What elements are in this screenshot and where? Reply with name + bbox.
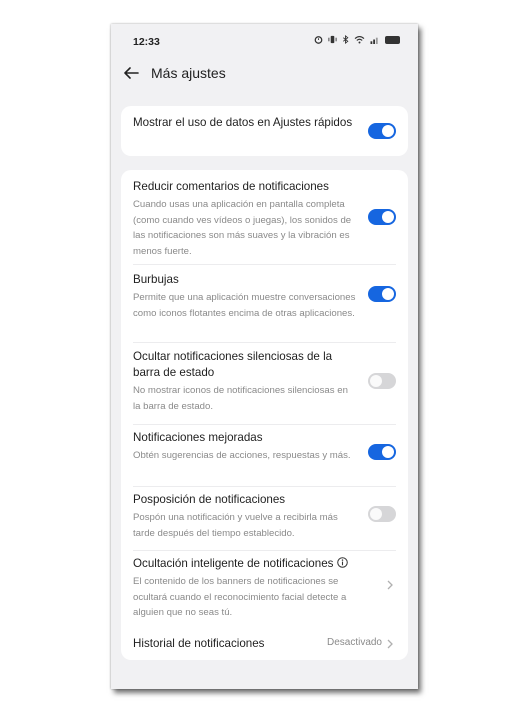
alarm-icon (314, 36, 323, 44)
setting-bubbles[interactable]: Burbujas Permite que una aplicación mues… (133, 272, 396, 336)
page-title: Más ajustes (151, 65, 226, 81)
toggle-knob (370, 375, 382, 387)
enhanced-toggle[interactable] (368, 444, 396, 460)
status-time: 12:33 (133, 36, 160, 48)
hide-silent-toggle[interactable] (368, 373, 396, 389)
info-icon[interactable] (337, 557, 349, 568)
toggle-knob (382, 446, 394, 458)
reduce-comments-toggle[interactable] (368, 209, 396, 225)
setting-smart-hide-desc: El contenido de los banners de notificac… (133, 576, 347, 618)
setting-hide-silent[interactable]: Ocultar notificaciones silenciosas de la… (133, 349, 396, 417)
setting-data-usage-title: Mostrar el uso de datos en Ajustes rápid… (133, 116, 353, 129)
divider (133, 550, 396, 551)
setting-reduce-comments-title: Reducir comentarios de notificaciones (133, 180, 329, 193)
setting-history-title: Historial de notificaciones (133, 637, 265, 650)
setting-history[interactable]: Historial de notificaciones Desactivado (133, 636, 396, 654)
setting-hide-silent-desc: No mostrar iconos de notificaciones sile… (133, 385, 348, 412)
divider (133, 342, 396, 343)
setting-bubbles-title: Burbujas (133, 273, 179, 286)
header: Más ajustes (111, 62, 418, 88)
setting-reduce-comments-desc: Cuando usas una aplicación en pantalla c… (133, 199, 352, 257)
setting-snooze-desc: Pospón una notificación y vuelve a recib… (133, 512, 338, 539)
wifi-icon (354, 35, 365, 44)
toggle-knob (382, 288, 394, 300)
setting-reduce-comments[interactable]: Reducir comentarios de notificaciones Cu… (133, 179, 396, 261)
setting-smart-hide[interactable]: Ocultación inteligente de notificaciones… (133, 556, 396, 622)
chevron-right-icon (387, 639, 393, 649)
phone-screen: 12:33 Más ajustes Mostrar el uso de dato… (111, 24, 418, 689)
setting-smart-hide-title: Ocultación inteligente de notificaciones (133, 557, 334, 570)
status-bar: 12:33 (111, 24, 418, 58)
setting-snooze-title: Posposición de notificaciones (133, 493, 286, 506)
bubbles-toggle[interactable] (368, 286, 396, 302)
toggle-knob (382, 125, 394, 137)
setting-enhanced-title: Notificaciones mejoradas (133, 431, 263, 444)
status-icons (314, 35, 400, 44)
divider (133, 264, 396, 265)
chevron-right-icon (387, 580, 393, 590)
setting-data-usage[interactable]: Mostrar el uso de datos en Ajustes rápid… (133, 115, 396, 147)
data-usage-toggle[interactable] (368, 123, 396, 139)
toggle-knob (370, 508, 382, 520)
setting-snooze[interactable]: Posposición de notificaciones Pospón una… (133, 492, 396, 544)
divider (133, 486, 396, 487)
setting-enhanced[interactable]: Notificaciones mejoradas Obtén sugerenci… (133, 430, 396, 480)
snooze-toggle[interactable] (368, 506, 396, 522)
divider (133, 424, 396, 425)
notifications-card: Reducir comentarios de notificaciones Cu… (121, 170, 408, 660)
signal-icon (370, 37, 378, 44)
setting-enhanced-desc: Obtén sugerencias de acciones, respuesta… (133, 450, 351, 461)
battery-icon (385, 35, 400, 44)
arrow-left-icon[interactable] (122, 64, 140, 82)
setting-bubbles-desc: Permite que una aplicación muestre conve… (133, 292, 356, 319)
setting-smart-hide-title-wrap: Ocultación inteligente de notificaciones (133, 556, 383, 572)
setting-history-value: Desactivado (326, 637, 382, 648)
setting-hide-silent-title: Ocultar notificaciones silenciosas de la… (133, 350, 333, 379)
vibrate-icon (328, 35, 337, 44)
bluetooth-icon (342, 35, 349, 44)
toggle-knob (382, 211, 394, 223)
quick-settings-card: Mostrar el uso de datos en Ajustes rápid… (121, 106, 408, 156)
